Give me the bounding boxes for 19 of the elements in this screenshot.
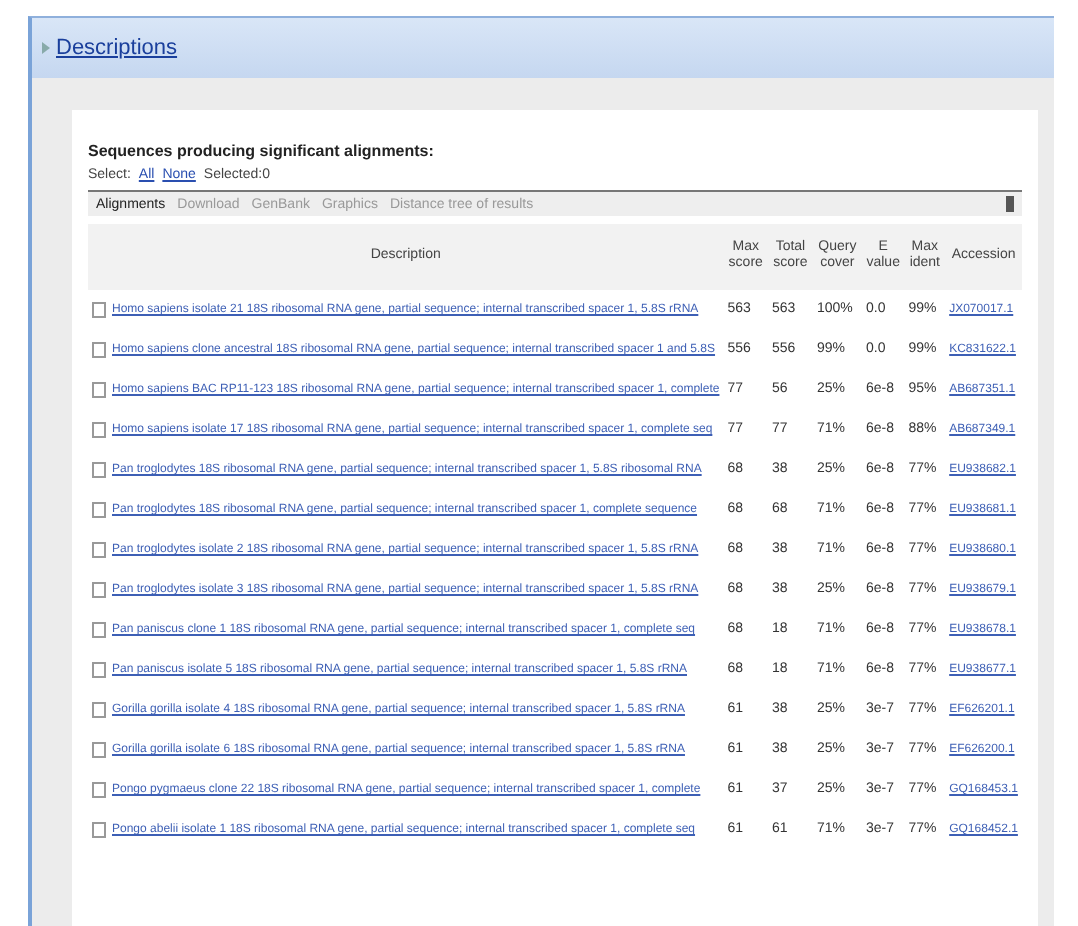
row-checkbox[interactable]: [92, 781, 106, 798]
row-checkbox[interactable]: [92, 341, 106, 358]
row-checkbox[interactable]: [92, 821, 106, 838]
results-heading: Sequences producing significant alignments:: [88, 142, 436, 160]
caret-icon: [40, 40, 52, 56]
row-checkbox[interactable]: [92, 421, 106, 438]
section-header[interactable]: Descriptions: [32, 18, 1054, 78]
row-checkbox[interactable]: [92, 661, 106, 678]
row-checkbox[interactable]: [92, 581, 106, 598]
row-checkbox[interactable]: [92, 541, 106, 558]
row-checkbox[interactable]: [92, 301, 106, 318]
grip-icon[interactable]: [1006, 196, 1014, 212]
row-checkbox[interactable]: [92, 501, 106, 518]
row-checkbox[interactable]: [92, 461, 106, 478]
row-checkbox[interactable]: [92, 701, 106, 718]
row-checkbox[interactable]: [92, 741, 106, 758]
row-checkbox[interactable]: [92, 381, 106, 398]
row-checkbox[interactable]: [92, 621, 106, 638]
section-title[interactable]: Descriptions: [56, 36, 178, 60]
